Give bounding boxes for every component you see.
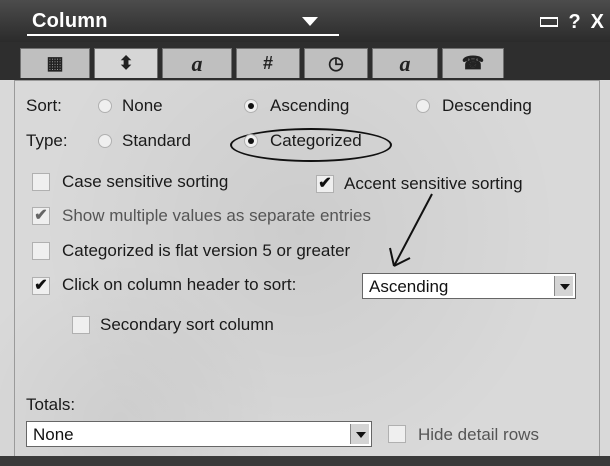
tab-font[interactable]: a	[162, 48, 232, 78]
sort-ascending-radio[interactable]	[244, 99, 258, 113]
tab-font-icon: a	[191, 50, 203, 76]
sort-label: Sort:	[26, 96, 62, 115]
type-standard-radio[interactable]	[98, 134, 112, 148]
chevron-down-icon[interactable]	[554, 276, 573, 296]
flat-version-checkbox[interactable]	[32, 242, 50, 260]
sort-descending-label: Descending	[442, 96, 532, 115]
window-controls: ? X	[540, 8, 604, 36]
chevron-down-icon[interactable]	[350, 424, 369, 444]
hide-detail-label: Hide detail rows	[418, 425, 539, 444]
resize-icon[interactable]	[540, 17, 559, 27]
title-bar: Column ? X	[0, 0, 610, 42]
sort-ascending-label: Ascending	[270, 96, 350, 115]
case-sensitive-checkbox[interactable]	[32, 173, 50, 191]
type-standard-label: Standard	[122, 131, 191, 150]
click-header-label: Click on column header to sort:	[62, 275, 297, 294]
accent-sensitive-checkbox[interactable]: ✔	[316, 175, 334, 193]
tab-date[interactable]: ◷	[304, 48, 368, 78]
tab-date-icon: ◷	[328, 53, 344, 73]
type-label: Type:	[26, 131, 68, 150]
multiple-values-checkbox[interactable]: ✔	[32, 207, 50, 225]
tab-info[interactable]: ▦	[20, 48, 90, 78]
sort-none-radio[interactable]	[98, 99, 112, 113]
type-categorized-label: Categorized	[270, 131, 362, 150]
tab-advanced-icon: ☎	[461, 53, 485, 73]
toolbar: ▦ ⬍ a # ◷ a ☎	[0, 42, 610, 80]
tab-advanced[interactable]: ☎	[442, 48, 504, 78]
bottom-edge	[0, 456, 610, 466]
annotation-arrow	[389, 193, 433, 267]
secondary-sort-checkbox[interactable]	[72, 316, 90, 334]
help-icon[interactable]: ?	[568, 12, 580, 32]
hide-detail-checkbox[interactable]	[388, 425, 406, 443]
tab-title-font[interactable]: a	[372, 48, 438, 78]
totals-label: Totals:	[26, 395, 76, 414]
title-underline	[27, 34, 339, 36]
title-dropdown-icon[interactable]	[300, 14, 320, 28]
click-sort-select-value: Ascending	[369, 277, 449, 296]
tab-number-icon: #	[262, 53, 273, 73]
window-title: Column	[32, 10, 108, 32]
tab-number[interactable]: #	[236, 48, 300, 78]
flat-version-label: Categorized is flat version 5 or greater	[62, 241, 351, 260]
case-sensitive-label: Case sensitive sorting	[62, 172, 229, 191]
tab-sort-icon: ⬍	[118, 53, 134, 73]
sort-none-label: None	[122, 96, 163, 115]
secondary-sort-label: Secondary sort column	[100, 315, 274, 334]
type-categorized-radio[interactable]	[244, 134, 258, 148]
sort-descending-radio[interactable]	[416, 99, 430, 113]
click-header-checkbox[interactable]: ✔	[32, 277, 50, 295]
tab-sort[interactable]: ⬍	[94, 48, 158, 78]
tab-title-font-icon: a	[399, 50, 411, 76]
close-icon[interactable]: X	[591, 12, 604, 32]
totals-select-value: None	[33, 425, 74, 444]
totals-select[interactable]: None	[26, 421, 372, 447]
multiple-values-label: Show multiple values as separate entries	[62, 206, 371, 225]
tab-info-icon: ▦	[46, 53, 64, 73]
